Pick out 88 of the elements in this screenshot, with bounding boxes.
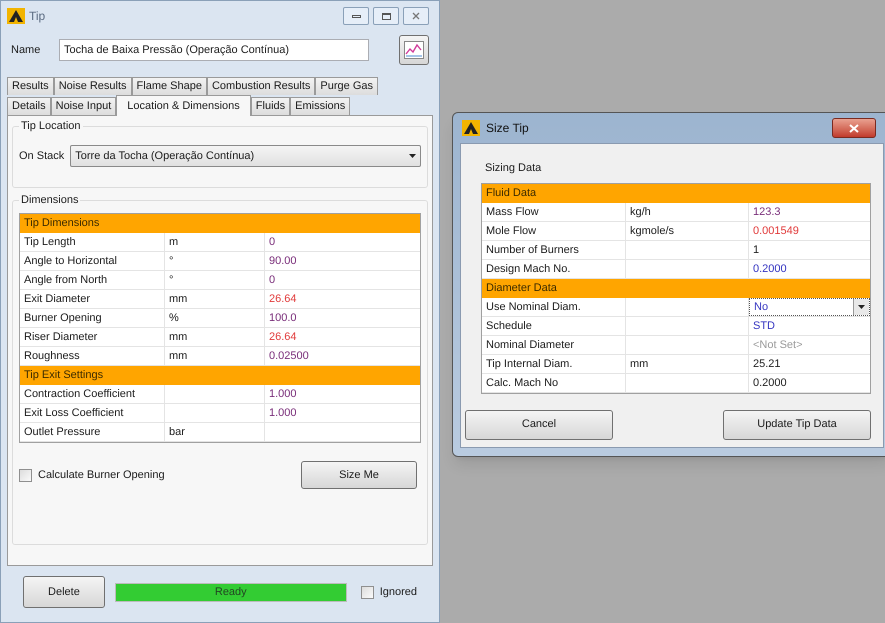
unit-cell: ° <box>165 252 265 270</box>
app-icon <box>462 120 480 136</box>
unit-cell: kg/h <box>626 202 749 220</box>
property-label: Angle to Horizontal <box>20 252 165 270</box>
unit-cell: mm <box>165 347 265 365</box>
group-title: Sizing Data <box>485 161 542 176</box>
tab[interactable]: Emissions <box>290 97 350 115</box>
property-label: Number of Burners <box>482 240 626 258</box>
delete-button[interactable]: Delete <box>23 576 105 608</box>
value-cell[interactable]: 26.64 <box>265 290 420 308</box>
unit-cell: bar <box>165 423 265 441</box>
value-cell[interactable]: 26.64 <box>265 328 420 346</box>
property-label: Exit Loss Coefficient <box>20 404 165 422</box>
close-button[interactable] <box>832 118 876 138</box>
tab[interactable]: Results <box>7 77 54 95</box>
property-label: Roughness <box>20 347 165 365</box>
close-icon <box>412 12 420 20</box>
value-cell[interactable]: 1.000 <box>265 404 420 422</box>
property-label: Contraction Coefficient <box>20 385 165 403</box>
property-label: Tip Length <box>20 233 165 251</box>
tab[interactable]: Noise Results <box>54 77 132 95</box>
chart-button[interactable] <box>399 35 429 65</box>
name-label: Name <box>11 42 42 58</box>
size-me-button[interactable]: Size Me <box>301 461 417 489</box>
value-cell[interactable]: 1 <box>749 240 870 258</box>
name-field[interactable]: Tocha de Baixa Pressão (Operação Contínua) <box>59 39 369 61</box>
update-tip-data-button[interactable]: Update Tip Data <box>723 410 871 440</box>
unit-cell: kgmole/s <box>626 222 749 240</box>
value-cell[interactable]: 1.000 <box>265 385 420 403</box>
unit-cell: mm <box>165 328 265 346</box>
property-label: Tip Internal Diam. <box>482 354 626 372</box>
maximize-button[interactable] <box>373 7 399 25</box>
section-header: Diameter Data <box>482 278 870 298</box>
property-label: Calc. Mach No <box>482 374 626 392</box>
property-label: Use Nominal Diam. <box>482 298 626 316</box>
tab[interactable]: Fluids <box>250 97 290 115</box>
value-cell[interactable]: 0.2000 <box>749 374 870 392</box>
window-title: Tip <box>29 8 46 25</box>
value-cell[interactable]: 25.21 <box>749 354 870 372</box>
tab[interactable]: Noise Input <box>50 97 116 115</box>
cancel-button[interactable]: Cancel <box>465 410 613 440</box>
tab[interactable]: Combustion Results <box>206 77 316 95</box>
value-cell[interactable]: STD <box>749 316 870 334</box>
unit-cell: % <box>165 309 265 327</box>
property-label: Angle from North <box>20 271 165 289</box>
app-icon <box>7 8 25 24</box>
close-icon <box>849 124 859 132</box>
section-header: Fluid Data <box>482 184 870 202</box>
property-label: Nominal Diameter <box>482 336 626 354</box>
value-cell[interactable]: 0 <box>265 271 420 289</box>
unit-cell: m <box>165 233 265 251</box>
unit-cell: mm <box>165 290 265 308</box>
property-label: Schedule <box>482 316 626 334</box>
property-label: Mole Flow <box>482 222 626 240</box>
value-cell[interactable]: 100.0 <box>265 309 420 327</box>
dialog-title: Size Tip <box>486 120 529 137</box>
property-label: Exit Diameter <box>20 290 165 308</box>
value-cell[interactable]: 90.00 <box>265 252 420 270</box>
tab[interactable]: Purge Gas <box>315 77 378 95</box>
unit-cell: mm <box>626 354 749 372</box>
dropdown-arrow-icon <box>409 154 416 158</box>
checkbox-label: Ignored <box>380 584 417 600</box>
value-cell[interactable]: 0 <box>265 233 420 251</box>
minimize-button[interactable] <box>343 7 369 25</box>
on-stack-label: On Stack <box>19 148 64 164</box>
property-label: Riser Diameter <box>20 328 165 346</box>
property-label: Design Mach No. <box>482 260 626 278</box>
unit-cell: ° <box>165 271 265 289</box>
tab[interactable]: Location & Dimensions <box>116 95 251 116</box>
value-cell[interactable]: 0.02500 <box>265 347 420 365</box>
value-cell[interactable]: 0.2000 <box>749 260 870 278</box>
tab[interactable]: Flame Shape <box>132 77 207 95</box>
value-cell[interactable]: 123.3 <box>749 202 870 220</box>
property-label: Outlet Pressure <box>20 423 165 441</box>
chart-icon <box>404 41 424 59</box>
section-header: Tip Exit Settings <box>20 366 420 385</box>
property-label: Mass Flow <box>482 202 626 220</box>
checkbox[interactable] <box>360 586 374 598</box>
stack-dropdown[interactable]: Torre da Tocha (Operação Contínua) <box>70 145 421 167</box>
tab[interactable]: Details <box>7 97 51 115</box>
checkbox-label: Calculate Burner Opening <box>38 468 165 483</box>
value-cell[interactable]: 0.001549 <box>749 222 870 240</box>
status-text: Ready <box>214 584 248 600</box>
value-dropdown[interactable]: No <box>749 298 870 316</box>
group-title: Tip Location <box>19 119 83 133</box>
section-header: Tip Dimensions <box>20 214 420 233</box>
checkbox[interactable] <box>19 468 32 482</box>
property-label: Burner Opening <box>20 309 165 327</box>
